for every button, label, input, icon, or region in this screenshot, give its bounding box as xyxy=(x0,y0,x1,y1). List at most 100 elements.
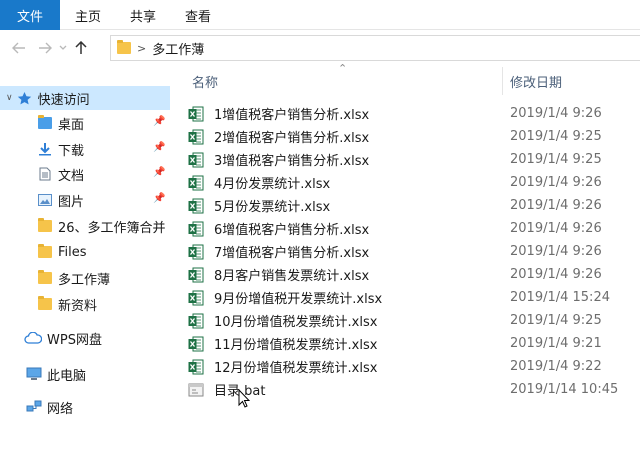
cloud-icon xyxy=(24,330,42,346)
file-row[interactable]: 2增值税客户销售分析.xlsx 2019/1/4 9:25 xyxy=(188,125,640,148)
excel-file-icon xyxy=(188,336,204,352)
tab-share[interactable]: 共享 xyxy=(116,0,170,30)
folder-icon xyxy=(117,40,131,54)
pin-icon[interactable]: 📌 xyxy=(153,116,165,127)
column-header-name[interactable]: 名称 xyxy=(192,67,218,95)
arrow-right-icon[interactable] xyxy=(34,35,56,61)
column-header-modified[interactable]: 修改日期 xyxy=(510,67,562,95)
excel-file-icon xyxy=(188,221,204,237)
tab-home[interactable]: 主页 xyxy=(60,0,116,30)
sidebar-item-documents[interactable]: 文档 xyxy=(37,162,84,186)
file-row[interactable]: 10月份增值税发票统计.xlsx 2019/1/4 9:25 xyxy=(188,309,640,332)
folder-icon xyxy=(37,218,53,234)
file-modified-date: 2019/1/4 9:26 xyxy=(510,221,602,236)
file-name: 1增值税客户销售分析.xlsx xyxy=(214,108,370,123)
file-row[interactable]: 目录.bat2019/1/14 10:45 xyxy=(188,378,640,401)
sidebar-item-pictures[interactable]: 图片 xyxy=(37,188,84,212)
arrow-up-icon[interactable] xyxy=(70,35,92,61)
file-modified-date: 2019/1/4 9:22 xyxy=(510,359,602,374)
column-divider[interactable] xyxy=(502,67,503,95)
address-bar[interactable]: > 多工作薄 xyxy=(110,35,640,61)
sidebar-item-quick-access[interactable]: ∨ 快速访问 xyxy=(0,86,170,110)
file-modified-date: 2019/1/4 9:26 xyxy=(510,106,602,121)
download-folder-icon xyxy=(37,141,53,157)
file-name: 8月客户销售发票统计.xlsx xyxy=(214,269,370,284)
documents-folder-icon xyxy=(37,166,53,182)
tab-file[interactable]: 文件 xyxy=(0,0,60,30)
file-modified-date: 2019/1/4 9:26 xyxy=(510,244,602,259)
file-name: 3增值税客户销售分析.xlsx xyxy=(214,154,370,169)
excel-file-icon xyxy=(188,267,204,283)
sidebar-item-network[interactable]: 网络 xyxy=(26,395,73,419)
file-row[interactable]: 8月客户销售发票统计.xlsx 2019/1/4 9:26 xyxy=(188,263,640,286)
folder-icon xyxy=(37,244,53,260)
sidebar-item-wps-cloud[interactable]: WPS网盘 xyxy=(24,326,102,350)
file-modified-date: 2019/1/4 15:24 xyxy=(510,290,610,305)
file-row[interactable]: 7增值税客户销售分析.xlsx 2019/1/4 9:26 xyxy=(188,240,640,263)
sidebar-item-label: 多工作薄 xyxy=(58,272,111,288)
sidebar-item-label: 新资料 xyxy=(58,298,98,314)
file-name: 2增值税客户销售分析.xlsx xyxy=(214,131,370,146)
arrow-left-icon[interactable] xyxy=(8,35,30,61)
file-modified-date: 2019/1/4 9:26 xyxy=(510,267,602,282)
folder-icon xyxy=(37,296,53,312)
file-name: 9月份增值税开发票统计.xlsx xyxy=(214,292,383,307)
file-row[interactable]: 3增值税客户销售分析.xlsx 2019/1/4 9:25 xyxy=(188,148,640,171)
breadcrumb[interactable]: 多工作薄 xyxy=(152,39,204,58)
sort-ascending-icon: ⌃ xyxy=(338,62,348,75)
navigation-pane: ∨ 快速访问 桌面 📌 下载 📌 文档 📌 图片 📌 26、多工作簿合并 Fil… xyxy=(0,72,172,458)
sidebar-item-label: 图片 xyxy=(58,194,85,210)
file-name: 4月份发票统计.xlsx xyxy=(214,177,331,192)
file-modified-date: 2019/1/4 9:26 xyxy=(510,198,602,213)
sidebar-item-new-materials[interactable]: 新资料 xyxy=(37,292,97,316)
file-name: 5月份发票统计.xlsx xyxy=(214,200,331,215)
sidebar-item-desktop[interactable]: 桌面 xyxy=(37,111,84,135)
desktop-folder-icon xyxy=(37,115,53,131)
pin-icon[interactable]: 📌 xyxy=(153,193,165,204)
sidebar-item-label: 桌面 xyxy=(58,117,85,133)
file-row[interactable]: 11月份增值税发票统计.xlsx 2019/1/4 9:21 xyxy=(188,332,640,355)
computer-icon xyxy=(26,366,42,382)
file-row[interactable]: 12月份增值税发票统计.xlsx 2019/1/4 9:22 xyxy=(188,355,640,378)
sidebar-item-label: 文档 xyxy=(58,168,85,184)
excel-file-icon xyxy=(188,290,204,306)
pin-icon[interactable]: 📌 xyxy=(153,167,165,178)
pin-icon[interactable]: 📌 xyxy=(153,142,165,153)
file-name: 10月份增值税发票统计.xlsx xyxy=(214,315,378,330)
file-row[interactable]: 6增值税客户销售分析.xlsx 2019/1/4 9:26 xyxy=(188,217,640,240)
batch-file-icon xyxy=(188,382,204,398)
excel-file-icon xyxy=(188,359,204,375)
sidebar-item-label: 下载 xyxy=(58,143,85,159)
chevron-down-icon[interactable] xyxy=(56,35,70,61)
pictures-folder-icon xyxy=(37,192,53,208)
chevron-right-icon: > xyxy=(137,41,147,55)
mouse-cursor-icon xyxy=(238,388,251,412)
file-row[interactable]: 5月份发票统计.xlsx 2019/1/4 9:26 xyxy=(188,194,640,217)
sidebar-item-downloads[interactable]: 下载 xyxy=(37,137,84,161)
excel-file-icon xyxy=(188,313,204,329)
file-name: 12月份增值税发票统计.xlsx xyxy=(214,361,378,376)
excel-file-icon xyxy=(188,106,204,122)
file-name: 6增值税客户销售分析.xlsx xyxy=(214,223,370,238)
sidebar-item-files[interactable]: Files xyxy=(37,240,87,264)
network-icon xyxy=(26,399,42,415)
sidebar-item-label: 此电脑 xyxy=(47,368,87,384)
file-modified-date: 2019/1/4 9:25 xyxy=(510,313,602,328)
file-row[interactable]: 4月份发票统计.xlsx 2019/1/4 9:26 xyxy=(188,171,640,194)
excel-file-icon xyxy=(188,152,204,168)
file-modified-date: 2019/1/4 9:21 xyxy=(510,336,602,351)
file-row[interactable]: 9月份增值税开发票统计.xlsx 2019/1/4 15:24 xyxy=(188,286,640,309)
sidebar-item-multi-workbook[interactable]: 多工作薄 xyxy=(37,266,110,290)
excel-file-icon xyxy=(188,198,204,214)
sidebar-item-this-pc[interactable]: 此电脑 xyxy=(26,362,86,386)
file-row[interactable]: 1增值税客户销售分析.xlsx 2019/1/4 9:26 xyxy=(188,102,640,125)
sidebar-item-folder-26[interactable]: 26、多工作簿合并 xyxy=(37,214,166,238)
ribbon-tabs: 文件 主页 共享 查看 xyxy=(0,0,640,30)
excel-file-icon xyxy=(188,129,204,145)
sidebar-item-label: 26、多工作簿合并 xyxy=(58,220,166,236)
file-modified-date: 2019/1/14 10:45 xyxy=(510,382,619,397)
excel-file-icon xyxy=(188,244,204,260)
tab-view[interactable]: 查看 xyxy=(170,0,226,30)
file-modified-date: 2019/1/4 9:25 xyxy=(510,152,602,167)
file-name: 7增值税客户销售分析.xlsx xyxy=(214,246,370,261)
